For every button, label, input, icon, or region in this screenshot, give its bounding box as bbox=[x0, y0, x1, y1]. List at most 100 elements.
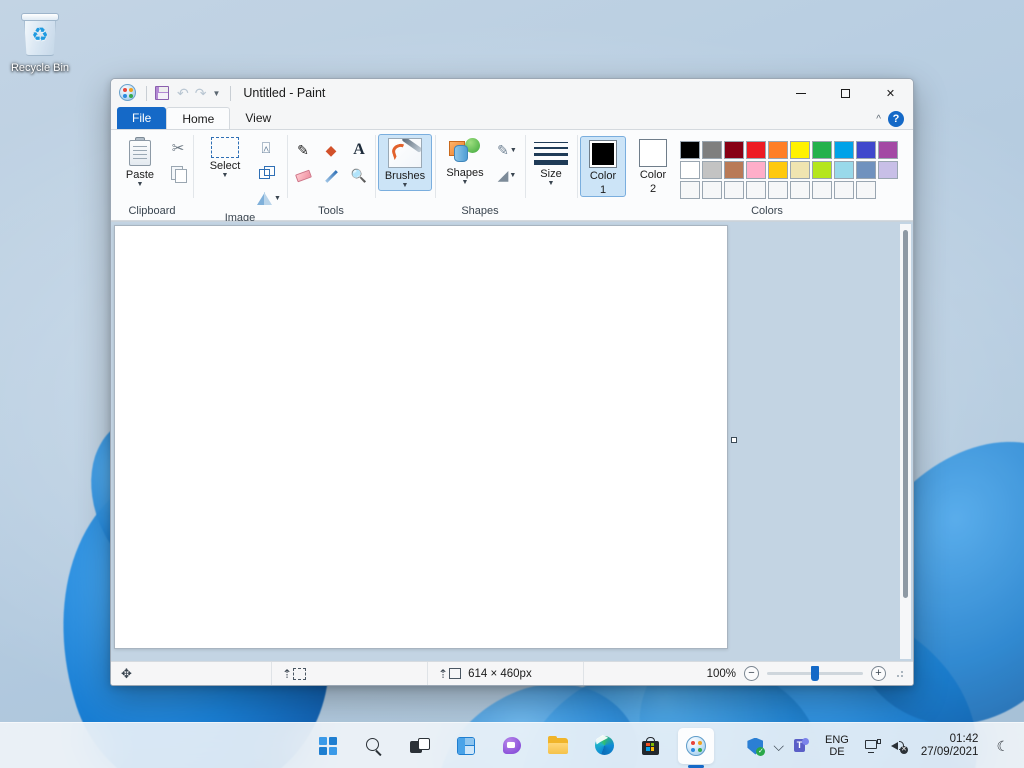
task-view-button[interactable] bbox=[402, 728, 438, 764]
zoom-in-button[interactable]: + bbox=[871, 666, 886, 681]
palette-swatch[interactable] bbox=[878, 161, 898, 179]
tab-home[interactable]: Home bbox=[166, 107, 231, 129]
vertical-scrollbar[interactable] bbox=[900, 224, 911, 659]
resize-button[interactable] bbox=[254, 162, 278, 184]
rotate-button[interactable]: ▼ bbox=[254, 187, 284, 209]
palette-swatch[interactable] bbox=[702, 161, 722, 179]
palette-swatch[interactable] bbox=[834, 141, 854, 159]
help-button[interactable]: ? bbox=[888, 111, 904, 127]
recycle-bin-icon: ♻ bbox=[18, 12, 62, 58]
scrollbar-thumb[interactable] bbox=[903, 230, 908, 598]
canvas-resize-handle[interactable] bbox=[731, 437, 737, 443]
fill-button[interactable]: ◢ ▼ bbox=[492, 164, 522, 186]
palette-swatch[interactable] bbox=[790, 141, 810, 159]
canvas-area[interactable] bbox=[111, 221, 913, 661]
brushes-button[interactable]: Brushes ▼ bbox=[378, 134, 432, 191]
palette-swatch[interactable] bbox=[856, 141, 876, 159]
divider bbox=[230, 85, 232, 101]
minimize-button[interactable] bbox=[778, 79, 823, 107]
clock-button[interactable]: 01:42 27/09/2021 bbox=[912, 728, 992, 764]
palette-swatch[interactable] bbox=[680, 161, 700, 179]
resize-grip[interactable] bbox=[896, 669, 905, 678]
group-label-size-spacer bbox=[528, 202, 574, 220]
palette-swatch[interactable] bbox=[790, 181, 810, 199]
zoom-slider[interactable] bbox=[767, 666, 863, 681]
palette-swatch[interactable] bbox=[812, 141, 832, 159]
zoom-out-button[interactable]: − bbox=[744, 666, 759, 681]
palette-swatch[interactable] bbox=[680, 141, 700, 159]
palette-swatch[interactable] bbox=[878, 141, 898, 159]
store-button[interactable] bbox=[632, 728, 668, 764]
outline-button[interactable]: ✎ ▼ bbox=[492, 139, 522, 161]
teams-tray-button[interactable]: T bbox=[789, 728, 814, 764]
chat-button[interactable] bbox=[494, 728, 530, 764]
crop-button[interactable]: ⍓ bbox=[254, 137, 278, 159]
title-bar[interactable]: ↶ ↷ ▼ Untitled - Paint ✕ bbox=[111, 79, 913, 107]
palette-swatch[interactable] bbox=[834, 181, 854, 199]
paste-button[interactable]: Paste ▼ bbox=[114, 135, 166, 189]
palette-swatch[interactable] bbox=[724, 181, 744, 199]
text-tool-button[interactable]: A bbox=[346, 138, 372, 162]
chevron-up-icon[interactable]: ^ bbox=[876, 114, 881, 125]
pencil-tool-button[interactable]: ✎ bbox=[290, 138, 316, 162]
file-explorer-button[interactable] bbox=[540, 728, 576, 764]
volume-button[interactable]: ✕ bbox=[886, 728, 912, 764]
language-button[interactable]: ENG DE bbox=[814, 728, 860, 764]
palette-swatch[interactable] bbox=[702, 181, 722, 199]
paint-window[interactable]: ↶ ↷ ▼ Untitled - Paint ✕ File Home View … bbox=[110, 78, 914, 686]
network-button[interactable] bbox=[860, 728, 886, 764]
palette-swatch[interactable] bbox=[812, 181, 832, 199]
cut-button[interactable]: ✂ bbox=[166, 137, 190, 159]
color-1-button[interactable]: Color 1 bbox=[580, 136, 626, 197]
widgets-button[interactable] bbox=[448, 728, 484, 764]
palette-swatch[interactable] bbox=[724, 161, 744, 179]
palette-swatch[interactable] bbox=[812, 161, 832, 179]
ribbon-group-shapes: Shapes ▼ ✎ ▼ ◢ ▼ Shapes bbox=[435, 130, 525, 220]
eraser-tool-button[interactable] bbox=[290, 164, 316, 188]
palette-swatch[interactable] bbox=[724, 141, 744, 159]
palette-swatch[interactable] bbox=[856, 181, 876, 199]
palette-swatch[interactable] bbox=[680, 181, 700, 199]
select-button[interactable]: Select ▼ bbox=[196, 135, 254, 180]
palette-swatch[interactable] bbox=[702, 141, 722, 159]
palette-swatch[interactable] bbox=[790, 161, 810, 179]
window-controls: ✕ bbox=[778, 79, 913, 107]
store-icon bbox=[641, 736, 659, 755]
palette-swatch[interactable] bbox=[768, 141, 788, 159]
palette-swatch[interactable] bbox=[856, 161, 876, 179]
edit-colors-button[interactable]: Edit colors bbox=[902, 136, 913, 191]
palette-swatch[interactable] bbox=[746, 141, 766, 159]
notifications-button[interactable]: ☾ bbox=[991, 728, 1018, 764]
tab-file[interactable]: File bbox=[117, 107, 167, 129]
redo-icon[interactable]: ↷ bbox=[195, 86, 207, 100]
zoom-slider-thumb[interactable] bbox=[811, 666, 819, 681]
palette-swatch[interactable] bbox=[834, 161, 854, 179]
size-button[interactable]: Size ▼ bbox=[528, 138, 574, 188]
hidden-icons-button[interactable]: ⌵ bbox=[768, 728, 789, 764]
shapes-button[interactable]: Shapes ▼ bbox=[438, 135, 492, 187]
undo-icon[interactable]: ↶ bbox=[177, 86, 189, 100]
palette-swatch[interactable] bbox=[746, 161, 766, 179]
search-button[interactable] bbox=[356, 728, 392, 764]
tab-view[interactable]: View bbox=[230, 107, 286, 129]
paint-taskbar-button[interactable] bbox=[678, 727, 714, 764]
palette-swatch[interactable] bbox=[746, 181, 766, 199]
do-not-disturb-moon-icon: ☾ bbox=[996, 737, 1009, 754]
crop-icon: ⍓ bbox=[261, 139, 271, 157]
desktop-icon-recycle-bin[interactable]: ♻ Recycle Bin bbox=[6, 6, 74, 75]
save-icon[interactable] bbox=[153, 84, 171, 102]
start-button[interactable] bbox=[310, 728, 346, 764]
fill-tool-button[interactable]: ◆ bbox=[318, 138, 344, 162]
maximize-button[interactable] bbox=[823, 79, 868, 107]
drawing-canvas[interactable] bbox=[114, 225, 728, 649]
edge-button[interactable] bbox=[586, 728, 622, 764]
close-button[interactable]: ✕ bbox=[868, 79, 913, 107]
color-picker-tool-button[interactable] bbox=[318, 164, 344, 188]
copy-button[interactable] bbox=[166, 162, 190, 184]
palette-swatch[interactable] bbox=[768, 161, 788, 179]
magnifier-tool-button[interactable]: 🔍 bbox=[346, 164, 372, 188]
chevron-down-icon[interactable]: ▼ bbox=[212, 89, 220, 98]
defender-tray-button[interactable]: ✓ bbox=[742, 728, 768, 764]
palette-swatch[interactable] bbox=[768, 181, 788, 199]
color-2-button[interactable]: Color 2 bbox=[630, 136, 676, 195]
